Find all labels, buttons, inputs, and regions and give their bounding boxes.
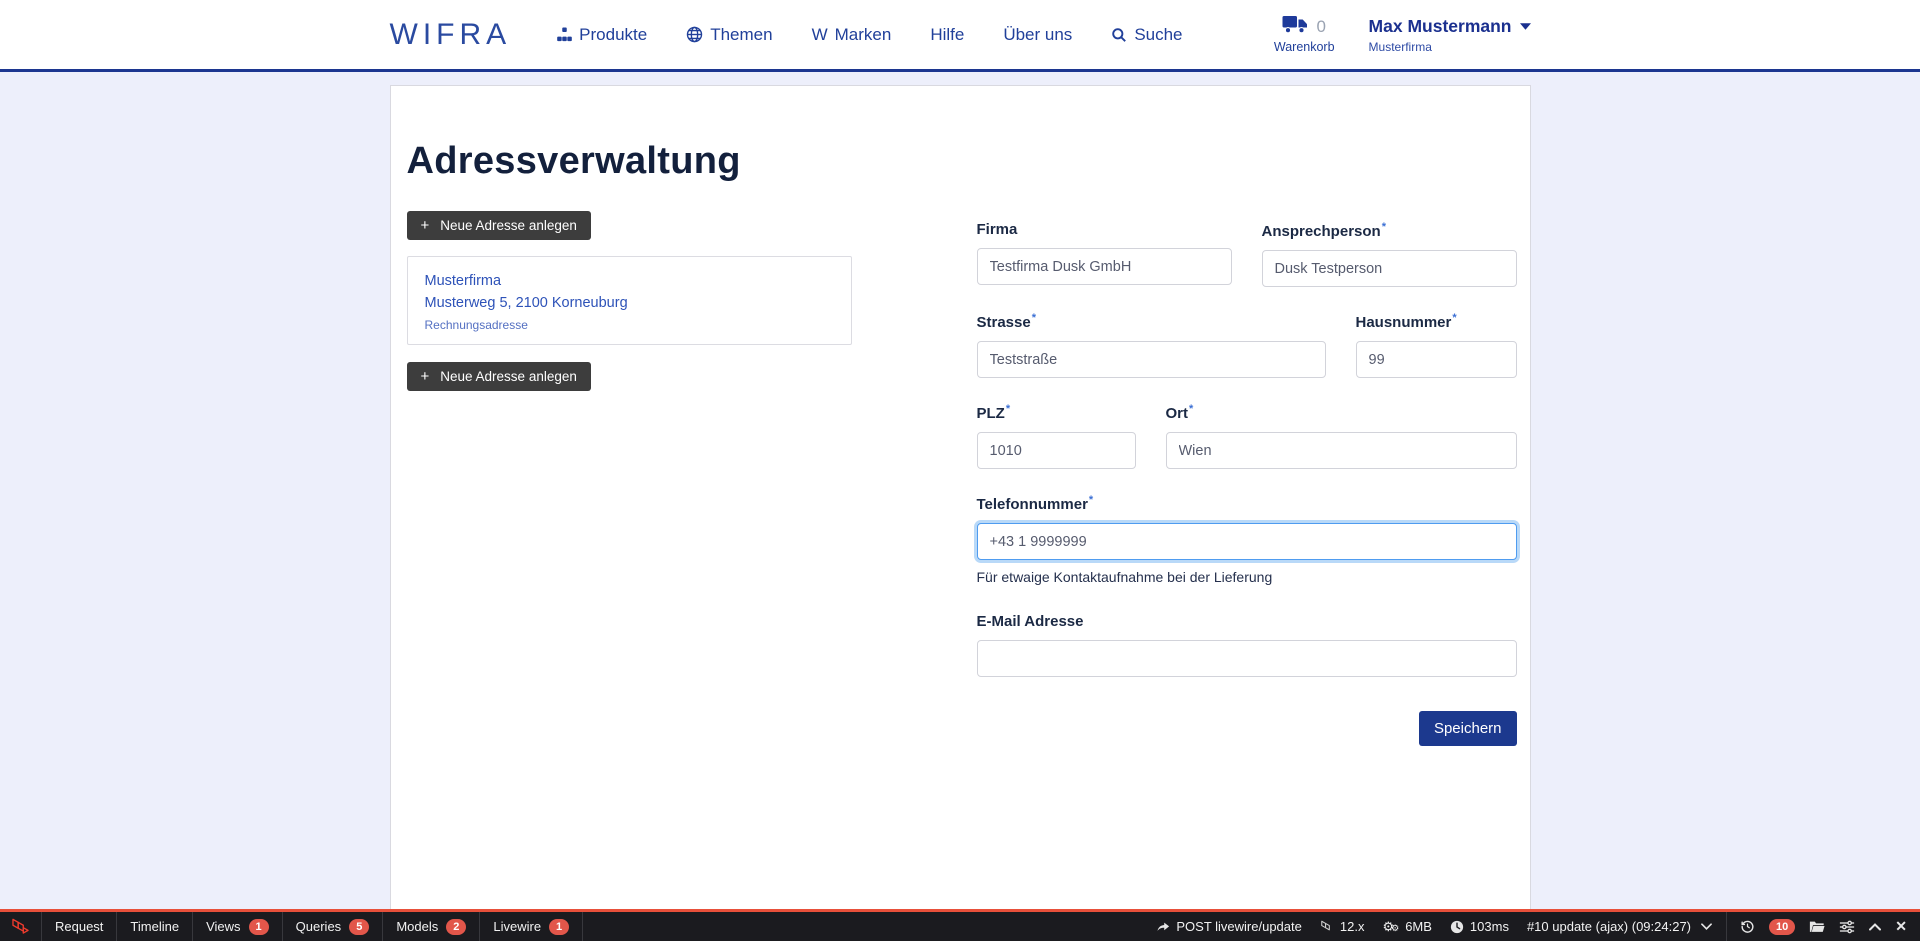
nav-item-suche[interactable]: Suche [1111,25,1182,45]
user-company: Musterfirma [1369,40,1531,54]
wifra-logo[interactable]: WIFRA [390,18,512,52]
address-type-badge: Rechnungsadresse [425,318,834,332]
debug-tab-views[interactable]: Views 1 [193,912,283,941]
telefonnummer-field-group: Telefonnummer* Für etwaige Kontaktaufnah… [977,494,1517,585]
debug-tab-timeline[interactable]: Timeline [117,912,193,941]
share-icon [1156,920,1170,933]
required-asterisk: * [1089,494,1093,506]
ansprechperson-label: Ansprechperson* [1262,221,1517,240]
cart-label: Warenkorb [1274,40,1335,54]
laravel-debugbar: Request Timeline Views 1 Queries 5 Model… [0,909,1920,941]
email-field-group: E-Mail Adresse [977,613,1517,677]
strasse-input[interactable] [977,341,1326,378]
nav-item-marken[interactable]: W Marken [812,25,892,45]
required-asterisk: * [1032,312,1036,324]
nav-item-hilfe[interactable]: Hilfe [930,25,964,45]
globe-icon [686,26,703,43]
debug-tab-queries[interactable]: Queries 5 [283,912,384,941]
folder-icon[interactable] [1809,920,1825,933]
hausnummer-input[interactable] [1356,341,1517,378]
w-brand-icon: W [812,25,828,45]
nav-item-produkte[interactable]: Produkte [557,25,647,45]
laravel-version-icon [1320,919,1334,934]
required-asterisk: * [1452,312,1456,324]
site-header: WIFRA Produkte Themen W Marken Hilfe [0,0,1920,72]
required-asterisk: * [1189,403,1193,415]
ort-input[interactable] [1166,432,1517,469]
address-list-column: + Neue Adresse anlegen Musterfirma Muste… [407,211,852,746]
requests-dropdown-chevron-icon[interactable] [1701,923,1712,930]
hausnummer-field-group: Hausnummer* [1356,312,1517,378]
chevron-down-icon [1520,17,1531,35]
gears-icon: ⚙⚙ [1382,919,1399,934]
email-input[interactable] [977,640,1517,677]
save-button[interactable]: Speichern [1419,711,1517,746]
history-count-badge: 10 [1769,919,1795,935]
debug-tab-livewire[interactable]: Livewire 1 [480,912,583,941]
ort-label: Ort* [1166,403,1517,422]
address-form: Firma Ansprechperson* Strasse* Hausnumme [977,211,1517,746]
required-asterisk: * [1382,221,1386,233]
firma-field-group: Firma [977,221,1232,287]
sitemap-icon [557,27,572,42]
debug-current-request[interactable]: #10 update (ajax) (09:24:27) [1527,919,1691,934]
strasse-field-group: Strasse* [977,312,1326,378]
user-name: Max Mustermann [1369,16,1512,37]
clock-icon [1450,920,1464,934]
debug-request-time: 103ms [1450,919,1509,934]
debug-tab-models[interactable]: Models 2 [383,912,480,941]
firma-label: Firma [977,221,1232,238]
address-card[interactable]: Musterfirma Musterweg 5, 2100 Korneuburg… [407,256,852,345]
address-name: Musterfirma [425,270,834,292]
chevron-up-icon[interactable] [1869,923,1881,931]
email-label: E-Mail Adresse [977,613,1517,630]
strasse-label: Strasse* [977,312,1326,331]
debug-request-method[interactable]: POST livewire/update [1156,919,1302,934]
debug-tab-request[interactable]: Request [42,912,117,941]
plus-icon: + [421,218,430,233]
plz-field-group: PLZ* [977,403,1136,469]
new-address-button-top[interactable]: + Neue Adresse anlegen [407,211,591,240]
new-address-button-bottom[interactable]: + Neue Adresse anlegen [407,362,591,391]
telefonnummer-label: Telefonnummer* [977,494,1517,513]
ansprechperson-input[interactable] [1262,250,1517,287]
livewire-badge: 1 [549,919,569,935]
ansprechperson-field-group: Ansprechperson* [1262,221,1517,287]
telefonnummer-input[interactable] [977,523,1517,560]
queries-badge: 5 [349,919,369,935]
truck-icon [1282,15,1309,39]
search-icon [1111,27,1127,43]
required-asterisk: * [1006,403,1010,415]
plus-icon: + [421,369,430,384]
ort-field-group: Ort* [1166,403,1517,469]
plz-label: PLZ* [977,403,1136,422]
views-badge: 1 [249,919,269,935]
address-street: Musterweg 5, 2100 Korneuburg [425,292,834,314]
plz-input[interactable] [977,432,1136,469]
cart-button[interactable]: 0 Warenkorb [1274,15,1335,54]
laravel-icon [0,912,42,941]
nav-item-ueber-uns[interactable]: Über uns [1003,25,1072,45]
close-icon[interactable]: ✕ [1895,918,1907,935]
history-icon[interactable] [1740,919,1755,934]
settings-sliders-icon[interactable] [1839,920,1855,934]
firma-input[interactable] [977,248,1232,285]
content-card: Adressverwaltung + Neue Adresse anlegen … [390,85,1531,909]
page-title: Adressverwaltung [407,140,1514,183]
main-nav: Produkte Themen W Marken Hilfe Über uns [557,25,1182,45]
hausnummer-label: Hausnummer* [1356,312,1517,331]
cart-count: 0 [1316,17,1325,37]
debug-memory-usage: ⚙⚙ 6MB [1382,919,1431,934]
models-badge: 2 [446,919,466,935]
debug-laravel-version: 12.x [1320,919,1365,934]
user-menu[interactable]: Max Mustermann Musterfirma [1369,16,1531,54]
nav-item-themen[interactable]: Themen [686,25,772,45]
telefonnummer-helper-text: Für etwaige Kontaktaufnahme bei der Lief… [977,569,1517,585]
page-background: Adressverwaltung + Neue Adresse anlegen … [0,72,1920,909]
